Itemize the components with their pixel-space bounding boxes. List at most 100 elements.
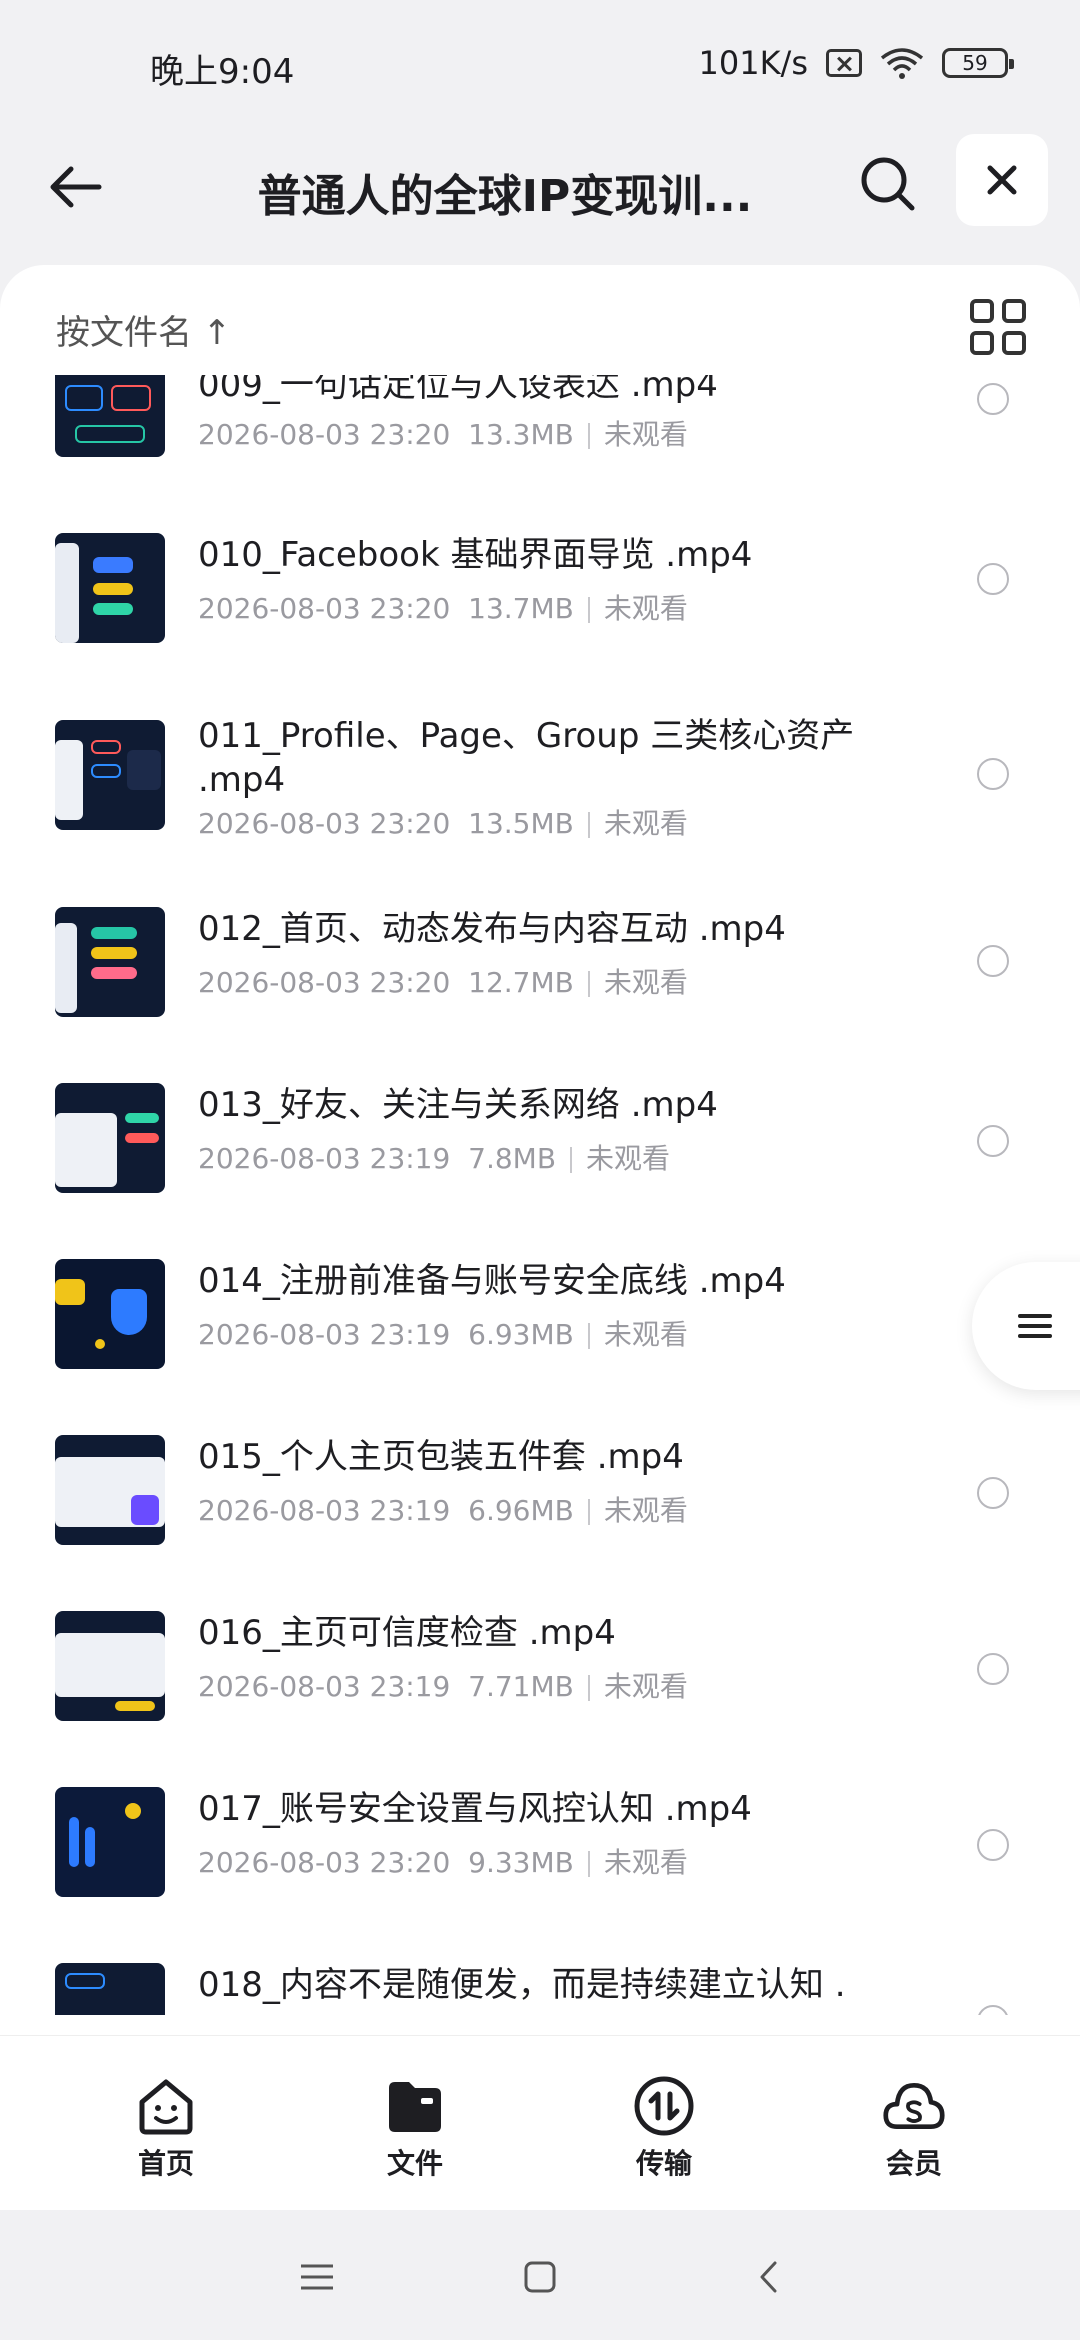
nav-home-label: 首页 (137, 2147, 194, 2180)
sort-label: 按文件名 ↑ (56, 313, 232, 353)
watch-status: 未观看 (603, 418, 688, 451)
file-size: 13.7MB (468, 592, 574, 625)
select-radio[interactable] (977, 383, 1009, 415)
file-size: 12.7MB (468, 966, 574, 999)
menu-icon (1018, 1308, 1052, 1344)
video-thumbnail (55, 375, 165, 457)
select-radio[interactable] (977, 1125, 1009, 1157)
file-name: 009_一句话定位与人设表达 .mp4 (198, 375, 718, 405)
file-meta: 2026-08-03 23:19 6.93MB 未观看 (198, 1313, 688, 1353)
file-name: 011_Profile、Page、Group 三类核心资产 .mp4 (198, 716, 855, 800)
file-meta: 2026-08-03 23:20 13.3MB 未观看 (198, 413, 688, 453)
select-radio[interactable] (977, 2005, 1009, 2015)
file-name: 010_Facebook 基础界面导览 .mp4 (198, 535, 753, 575)
file-date: 2026-08-03 23:19 (198, 1318, 451, 1351)
file-date: 2026-08-03 23:20 (198, 418, 451, 451)
nav-home[interactable]: 首页 (96, 2074, 236, 2182)
watch-status: 未观看 (603, 1318, 688, 1351)
watch-status: 未观看 (603, 807, 688, 840)
file-meta: 2026-08-03 23:19 7.71MB 未观看 (198, 1665, 688, 1705)
select-radio[interactable] (977, 758, 1009, 790)
file-sheet: 按文件名 ↑ 009_一句话定位与人设表达 .mp4 2026-08-03 23… (0, 265, 1080, 2035)
file-date: 2026-08-03 23:20 (198, 592, 451, 625)
system-back-button[interactable] (744, 2252, 794, 2302)
watch-status: 未观看 (603, 1846, 688, 1879)
file-meta: 2026-08-03 23:20 9.33MB 未观看 (198, 1841, 688, 1881)
file-name: 012_首页、动态发布与内容互动 .mp4 (198, 909, 786, 949)
net-speed: 101K/s (698, 44, 808, 82)
back-button[interactable] (40, 152, 110, 222)
video-thumbnail (55, 1083, 165, 1193)
status-bar: 晚上9:04 101K/s 59 (0, 0, 1080, 130)
home-smile-icon (134, 2074, 198, 2138)
video-thumbnail (55, 1259, 165, 1369)
back-arrow-icon (50, 166, 102, 208)
home-button[interactable] (515, 2252, 565, 2302)
file-size: 6.93MB (468, 1318, 574, 1351)
file-name: 017_账号安全设置与风控认知 .mp4 (198, 1789, 752, 1829)
file-meta: 2026-08-03 23:19 6.96MB 未观看 (198, 1489, 688, 1529)
transfer-icon (632, 2074, 696, 2138)
file-size: 13.5MB (468, 807, 574, 840)
status-time: 晚上9:04 (150, 52, 295, 92)
file-name: 015_个人主页包装五件套 .mp4 (198, 1437, 684, 1477)
close-button[interactable] (956, 134, 1048, 226)
system-back-icon (760, 2261, 777, 2293)
nav-vip-label: 会员 (885, 2147, 942, 2180)
select-radio[interactable] (977, 1829, 1009, 1861)
watch-status: 未观看 (603, 966, 688, 999)
file-date: 2026-08-03 23:19 (198, 1494, 451, 1527)
select-radio[interactable] (977, 945, 1009, 977)
page-title: 普通人的全球IP变现训... (257, 171, 753, 222)
video-thumbnail (55, 907, 165, 1017)
system-nav-bar (0, 2210, 1080, 2340)
file-date: 2026-08-03 23:19 (198, 1670, 451, 1703)
nav-files[interactable]: 文件 (345, 2074, 485, 2182)
video-thumbnail (55, 1963, 165, 2015)
file-meta: 2026-08-03 23:20 13.7MB 未观看 (198, 587, 688, 627)
status-right: 101K/s 59 (698, 44, 1014, 82)
recents-icon (301, 2264, 333, 2290)
cloud-vip-icon (882, 2074, 946, 2138)
file-meta: 2026-08-03 23:20 12.7MB 未观看 (198, 961, 688, 1001)
file-meta: 2026-08-03 23:19 7.8MB 未观看 (198, 1137, 670, 1177)
file-size: 7.8MB (468, 1142, 557, 1175)
file-size: 6.96MB (468, 1494, 574, 1527)
wifi-icon (880, 48, 924, 79)
file-list: 009_一句话定位与人设表达 .mp4 2026-08-03 23:20 13.… (0, 375, 1080, 2015)
watch-status: 未观看 (603, 592, 688, 625)
close-icon (987, 165, 1017, 195)
file-name: 014_注册前准备与账号安全底线 .mp4 (198, 1261, 786, 1301)
video-thumbnail (55, 1435, 165, 1545)
nav-vip[interactable]: 会员 (844, 2074, 984, 2182)
watch-status: 未观看 (603, 1670, 688, 1703)
header: 普通人的全球IP变现训... (0, 130, 1080, 260)
nav-transfer-label: 传输 (635, 2147, 692, 2180)
watch-status: 未观看 (586, 1142, 671, 1175)
file-size: 9.33MB (468, 1846, 574, 1879)
bottom-nav: 首页 文件 传输 会员 (0, 2035, 1080, 2210)
folder-icon (383, 2074, 447, 2138)
recents-button[interactable] (292, 2252, 342, 2302)
no-sim-icon (826, 49, 862, 77)
file-date: 2026-08-03 23:20 (198, 807, 451, 840)
home-square-icon (524, 2261, 556, 2293)
sort-button[interactable]: 按文件名 ↑ (56, 305, 231, 354)
grid-view-icon[interactable] (970, 299, 1026, 355)
file-size: 7.71MB (468, 1670, 574, 1703)
select-radio[interactable] (977, 563, 1009, 595)
battery-icon: 59 (942, 48, 1014, 78)
file-name: 018_内容不是随便发，而是持续建立认知 . (198, 1965, 846, 2005)
file-name: 016_主页可信度检查 .mp4 (198, 1613, 616, 1653)
search-button[interactable] (852, 148, 924, 220)
file-date: 2026-08-03 23:20 (198, 1846, 451, 1879)
select-radio[interactable] (977, 1653, 1009, 1685)
file-meta: 2026-08-03 23:20 13.5MB 未观看 (198, 802, 688, 842)
video-thumbnail (55, 533, 165, 643)
nav-transfer[interactable]: 传输 (594, 2074, 734, 2182)
select-radio[interactable] (977, 1477, 1009, 1509)
nav-files-label: 文件 (386, 2147, 443, 2180)
file-date: 2026-08-03 23:20 (198, 966, 451, 999)
search-icon (861, 157, 915, 211)
file-name: 013_好友、关注与关系网络 .mp4 (198, 1085, 718, 1125)
